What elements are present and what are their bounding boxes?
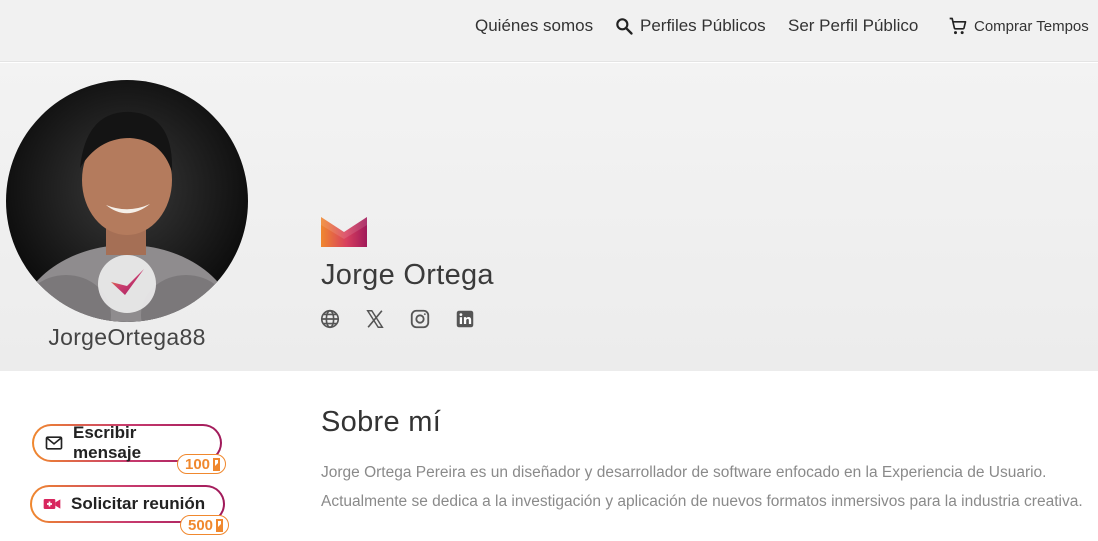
nav-link-buy-tempos[interactable]: Comprar Tempos (948, 15, 1089, 37)
about-section-text: Jorge Ortega Pereira es un diseñador y d… (321, 464, 1083, 510)
shopping-cart-icon (948, 16, 968, 36)
verified-badge-icon (98, 255, 156, 313)
globe-icon[interactable] (319, 308, 341, 330)
nav-link-public-profiles[interactable]: Perfiles Públicos (614, 15, 766, 37)
search-icon (614, 16, 634, 36)
nav-link-become-public-profile-label: Ser Perfil Público (788, 16, 919, 35)
social-links (319, 308, 476, 330)
video-camera-icon (42, 494, 62, 514)
nav-link-become-public-profile[interactable]: Ser Perfil Público (788, 15, 918, 37)
nav-link-about-label: Quiénes somos (475, 16, 594, 35)
profile-username: JorgeOrtega88 (48, 324, 206, 350)
nav-link-about[interactable]: Quiénes somos (475, 15, 593, 37)
about-section-title: Sobre mí (321, 406, 442, 438)
message-price-value: 100 (185, 455, 211, 473)
meeting-price-badge: 500 (180, 515, 230, 535)
nav-link-public-profiles-label: Perfiles Públicos (640, 16, 766, 35)
top-navigation-bar: Quiénes somos Perfiles Públicos Ser Perf… (0, 0, 1098, 62)
profile-full-name: Jorge Ortega (321, 259, 494, 291)
meeting-price-value: 500 (188, 516, 214, 534)
tempo-coin-icon (212, 457, 221, 471)
x-icon[interactable] (364, 308, 386, 330)
nav-link-buy-tempos-label: Comprar Tempos (974, 17, 1089, 35)
tempo-coin-icon (215, 518, 224, 532)
instagram-icon[interactable] (409, 308, 431, 330)
message-price-badge: 100 (177, 454, 227, 474)
linkedin-icon[interactable] (454, 308, 476, 330)
brand-logo-icon (321, 217, 367, 247)
envelope-icon (44, 433, 64, 453)
request-meeting-label: Solicitar reunión (71, 494, 206, 513)
